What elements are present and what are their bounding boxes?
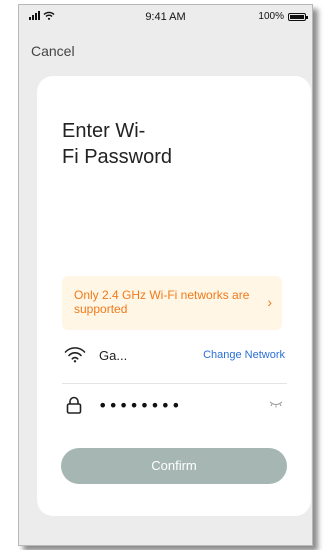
cancel-button[interactable]: Cancel <box>31 43 75 59</box>
page-title-line-1: Enter Wi- <box>62 120 146 142</box>
page-title-line-2: Fi Password <box>62 146 173 168</box>
password-input[interactable] <box>98 394 248 416</box>
battery-percent: 100% <box>258 11 284 22</box>
status-bar: 9:41 AM 100% <box>19 5 312 29</box>
notice-text: Only 2.4 GHz Wi-Fi networks are supporte… <box>74 288 250 316</box>
phone-frame: 9:41 AM 100% Cancel Enter Wi- Fi Passwor… <box>18 4 313 546</box>
password-card: Enter Wi- Fi Password Only 2.4 GHz Wi-Fi… <box>37 76 311 516</box>
lock-icon <box>66 396 82 414</box>
eye-closed-icon[interactable] <box>269 400 283 408</box>
chevron-right-icon: › <box>267 294 272 310</box>
page-title: Enter Wi- Fi Password <box>62 118 262 170</box>
wifi-icon <box>64 347 86 363</box>
password-row <box>62 394 287 424</box>
network-name: Ga... <box>99 348 128 363</box>
confirm-button[interactable]: Confirm <box>61 448 287 484</box>
battery-icon <box>288 12 308 21</box>
frequency-notice[interactable]: Only 2.4 GHz Wi-Fi networks are supporte… <box>62 276 282 330</box>
change-network-link[interactable]: Change Network <box>203 349 285 361</box>
network-row: Ga... Change Network <box>62 344 287 384</box>
status-right: 100% <box>258 11 308 22</box>
